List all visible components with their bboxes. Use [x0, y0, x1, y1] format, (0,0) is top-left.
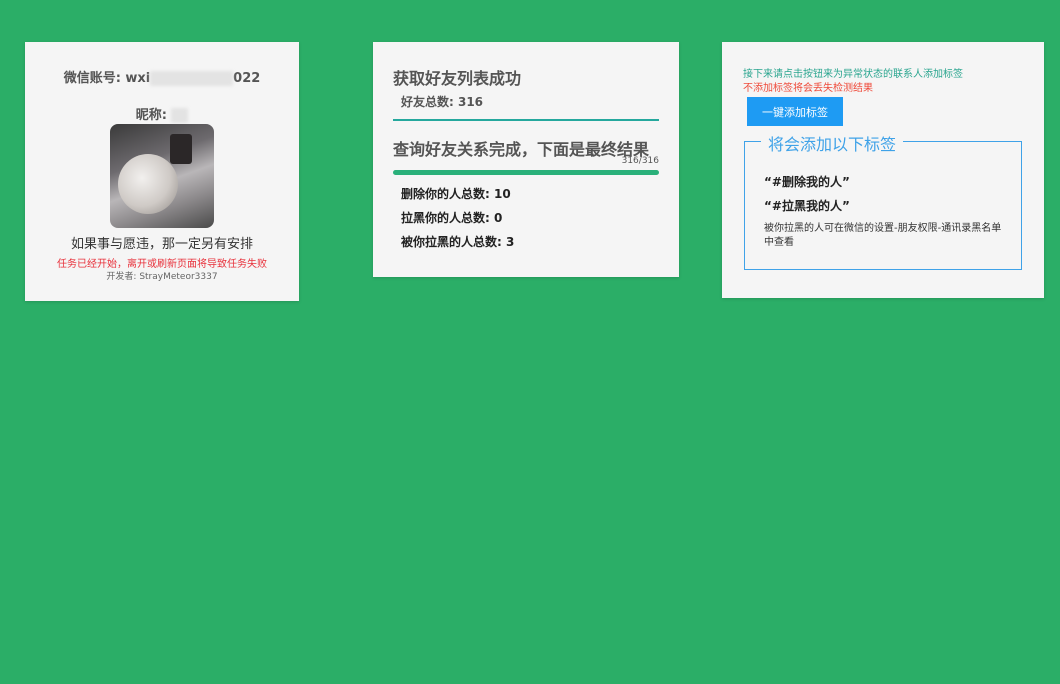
tags-card: 接下来请点击按钮来为异常状态的联系人添加标签 不添加标签将会丢失检测结果 一键添…	[722, 42, 1044, 298]
result-card: 获取好友列表成功 好友总数: 316 查询好友关系完成，下面是最终结果 316/…	[373, 42, 679, 277]
wish-text: 如果事与愿违，那一定另有安排	[70, 237, 253, 252]
account-line: 微信账号: wxid_xxxxxxxx022	[25, 67, 299, 86]
nickname-line: 昵称: xx	[25, 104, 299, 123]
progress-bar	[393, 170, 659, 175]
progress-bar-fill	[393, 170, 659, 175]
profile-card: 微信账号: wxid_xxxxxxxx022 昵称: xx 如果事与愿违，那一定…	[25, 42, 299, 301]
query-complete-title: 查询好友关系完成，下面是最终结果	[393, 140, 650, 159]
avatar-cat-shape	[118, 154, 178, 214]
blacklist-note: 被你拉黑的人可在微信的设置-朋友权限-通讯录黑名单中查看	[764, 223, 1002, 248]
tag-warning: 不添加标签将会丢失检测结果	[743, 83, 873, 94]
divider	[393, 119, 659, 121]
account-suffix: 022	[233, 71, 261, 86]
developer-credit: 开发者: StrayMeteor3337	[106, 272, 218, 282]
tags-fieldset-title: 将会添加以下标签	[761, 131, 904, 155]
account-label: 微信账号: wxi	[63, 71, 151, 86]
stat-blocked-you: 拉黑你的人总数: 0	[401, 211, 503, 225]
tag-blocked-me: “#拉黑我的人”	[764, 199, 850, 213]
avatar	[110, 124, 214, 228]
account-masked: d_xxxxxxxx	[150, 71, 234, 86]
nickname-label: 昵称:	[135, 108, 167, 123]
tag-deleted-me: “#删除我的人”	[764, 175, 850, 189]
tags-fieldset: 将会添加以下标签 “#删除我的人” “#拉黑我的人” 被你拉黑的人可在微信的设置…	[744, 131, 1022, 270]
tag-instruction: 接下来请点击按钮来为异常状态的联系人添加标签	[743, 69, 963, 80]
total-friends: 好友总数: 316	[401, 95, 484, 109]
avatar-phone-shape	[170, 134, 192, 164]
stat-blocked-by-you: 被你拉黑的人总数: 3	[401, 235, 515, 249]
fetch-success-title: 获取好友列表成功	[393, 69, 522, 88]
add-tags-button[interactable]: 一键添加标签	[747, 97, 843, 126]
progress-text: 316/316	[621, 156, 659, 166]
stat-deleted-you: 删除你的人总数: 10	[401, 187, 511, 201]
task-warning: 任务已经开始，离开或刷新页面将导致任务失败	[57, 259, 267, 270]
nickname-masked: xx	[171, 108, 189, 123]
